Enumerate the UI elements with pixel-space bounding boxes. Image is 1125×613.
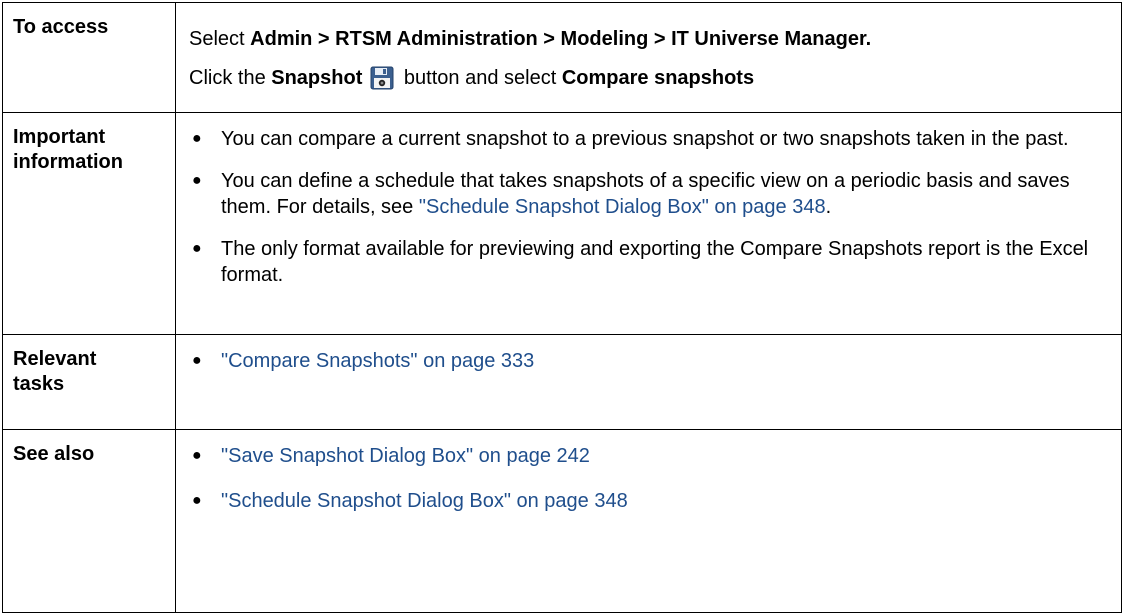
menu-path: Admin > RTSM Administration > Modeling >… — [250, 28, 872, 50]
bullet: ● — [192, 447, 202, 464]
row-relevant-tasks: Relevant tasks ● "Compare Snapshots" on … — [2, 334, 1122, 430]
row-see-also: See also ● "Save Snapshot Dialog Box" on… — [2, 429, 1122, 613]
link-save-snapshot[interactable]: "Save Snapshot Dialog Box" on page 242 — [221, 445, 590, 467]
content-to-access: Select Admin > RTSM Administration > Mod… — [175, 2, 1122, 113]
link-schedule-snapshot-2[interactable]: "Schedule Snapshot Dialog Box" on page 3… — [221, 490, 628, 512]
important-list: ● You can compare a current snapshot to … — [189, 113, 1109, 288]
bullet: ● — [192, 172, 202, 189]
row-to-access: To access Select Admin > RTSM Administra… — [2, 2, 1122, 113]
list-item: ● "Schedule Snapshot Dialog Box" on page… — [189, 469, 1109, 514]
list-item: ● You can compare a current snapshot to … — [192, 128, 1069, 150]
link-schedule-snapshot[interactable]: "Schedule Snapshot Dialog Box" on page 3… — [419, 196, 826, 218]
bullet: ● — [192, 240, 202, 257]
list-item: ● You can define a schedule that takes s… — [192, 170, 1070, 218]
content-important-information: ● You can compare a current snapshot to … — [175, 112, 1122, 335]
see-also-list: ● "Save Snapshot Dialog Box" on page 242… — [189, 430, 1109, 514]
label-relevant-tasks: Relevant tasks — [2, 334, 176, 430]
list-item: ● "Save Snapshot Dialog Box" on page 242 — [189, 430, 1109, 469]
content-see-also: ● "Save Snapshot Dialog Box" on page 242… — [175, 429, 1122, 613]
floppy-disk-icon — [370, 66, 394, 97]
label-see-also: See also — [2, 429, 176, 613]
access-line-2: Click the Snapshot button and select Com… — [189, 52, 1109, 97]
label-important-information: Important information — [2, 112, 176, 335]
bullet: ● — [192, 130, 202, 147]
bullet: ● — [192, 352, 202, 369]
info-table: To access Select Admin > RTSM Administra… — [2, 2, 1122, 613]
tasks-list: ● "Compare Snapshots" on page 333 — [189, 335, 1109, 374]
row-important-information: Important information ● You can compare … — [2, 112, 1122, 335]
list-item: ● The only format available for previewi… — [192, 238, 1089, 286]
content-relevant-tasks: ● "Compare Snapshots" on page 333 — [175, 334, 1122, 430]
bullet: ● — [192, 492, 202, 509]
list-item: ● "Compare Snapshots" on page 333 — [189, 335, 1109, 374]
label-to-access: To access — [2, 2, 176, 113]
link-compare-snapshots[interactable]: "Compare Snapshots" on page 333 — [221, 350, 534, 372]
access-line-1: Select Admin > RTSM Administration > Mod… — [189, 28, 872, 50]
